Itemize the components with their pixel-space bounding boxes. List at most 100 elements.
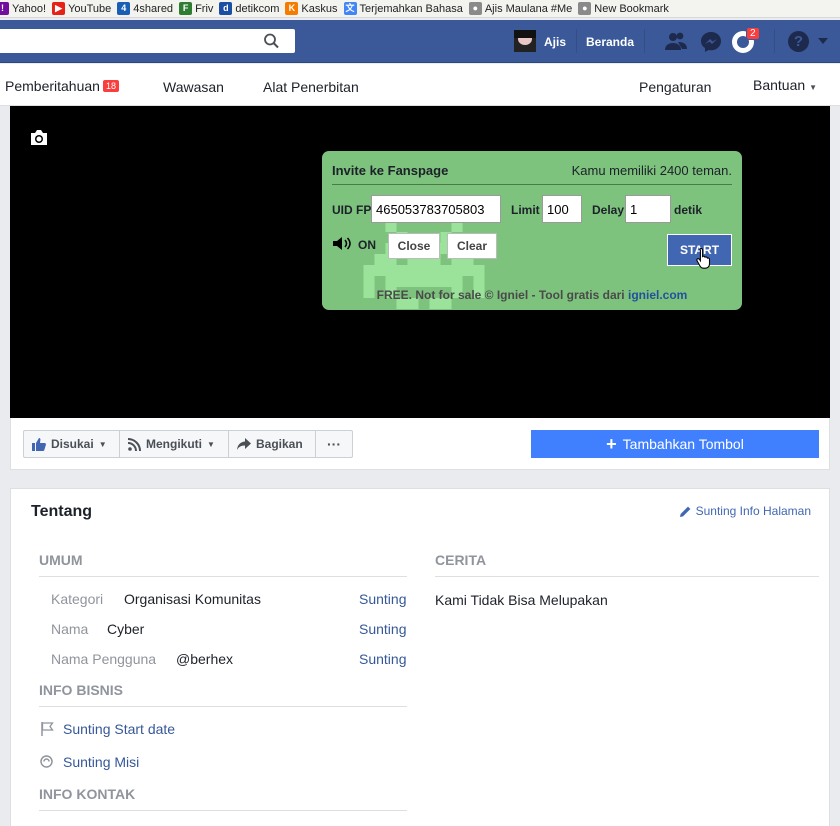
- business-info-heading: INFO BISNIS: [39, 682, 124, 698]
- home-link[interactable]: Beranda: [586, 35, 634, 49]
- tab-insights[interactable]: Wawasan: [163, 79, 224, 95]
- invite-dialog: Invite ke Fanspage Kamu memiliki 2400 te…: [322, 151, 742, 310]
- share-button[interactable]: Bagikan: [228, 430, 316, 458]
- follow-label: Mengikuti: [146, 437, 202, 451]
- messenger-icon[interactable]: [700, 31, 722, 53]
- search-icon[interactable]: [262, 32, 282, 50]
- hand-cursor-icon: [696, 247, 711, 269]
- tab-settings[interactable]: Pengaturan: [639, 79, 711, 95]
- story-heading: CERITA: [435, 552, 487, 568]
- avatar[interactable]: [514, 30, 536, 52]
- facebook-top-bar: Ajis Beranda 2 ?: [0, 20, 840, 63]
- uid-input[interactable]: [371, 195, 501, 223]
- bookmark-label: Terjemahkan Bahasa: [359, 2, 463, 15]
- bookmark-item[interactable]: F Friv: [179, 2, 213, 15]
- edit-page-info-link[interactable]: Sunting Info Halaman: [679, 504, 811, 518]
- notification-count-badge: 18: [102, 80, 119, 92]
- speaker-icon[interactable]: [332, 236, 352, 251]
- search-input[interactable]: [0, 29, 295, 53]
- bookmark-label: Ajis Maulana #Me: [484, 2, 573, 15]
- bookmark-item[interactable]: 文 Terjemahkan Bahasa: [343, 2, 463, 15]
- divider: [39, 810, 407, 811]
- flag-icon: [41, 722, 54, 736]
- delay-input[interactable]: [625, 195, 671, 223]
- share-label: Bagikan: [256, 437, 303, 451]
- bookmarks-bar: ! Yahoo! ▶ YouTube 4 4shared F Friv d detikcom K Ka…: [0, 0, 840, 18]
- follow-button[interactable]: Mengikuti ▼: [119, 430, 229, 458]
- page-actions-bar: Disukai ▼ Mengikuti ▼ Bagikan ··· + Tamb…: [10, 418, 830, 470]
- tab-publishing-tools[interactable]: Alat Penerbitan: [263, 79, 359, 95]
- tab-label: Bantuan: [753, 77, 806, 93]
- tab-notifications[interactable]: Pemberitahuan 18: [5, 78, 119, 94]
- about-section: Tentang Sunting Info Halaman UMUM Katego…: [10, 488, 830, 826]
- edit-start-date-link[interactable]: Sunting Start date: [63, 721, 175, 737]
- more-options-button[interactable]: ···: [315, 430, 353, 458]
- add-button-cta[interactable]: + Tambahkan Tombol: [531, 430, 819, 458]
- category-label: Kategori: [51, 591, 104, 607]
- bookmark-item[interactable]: ● Ajis Maulana #Me: [468, 2, 573, 15]
- name-value: Cyber: [107, 621, 145, 637]
- delay-unit: detik: [674, 203, 703, 217]
- dialog-title: Invite ke Fanspage: [332, 163, 449, 178]
- edit-page-info-label: Sunting Info Halaman: [695, 504, 811, 518]
- username-value: @berhex: [176, 651, 234, 667]
- bookmark-label: Friv: [195, 2, 214, 15]
- bookmark-label: 4shared: [133, 2, 174, 15]
- category-value: Organisasi Komunitas: [124, 591, 261, 607]
- caret-down-icon: ▼: [98, 439, 107, 449]
- bookmark-item[interactable]: ▶ YouTube: [52, 2, 111, 15]
- edit-name-link[interactable]: Sunting: [359, 621, 406, 637]
- edit-mission-link[interactable]: Sunting Misi: [63, 754, 139, 770]
- bookmark-item[interactable]: ● New Bookmark: [578, 2, 669, 15]
- dialog-divider: [332, 184, 732, 185]
- edit-category-link[interactable]: Sunting: [359, 591, 406, 607]
- clear-button[interactable]: Clear: [447, 233, 497, 259]
- username-label: Nama Pengguna: [51, 651, 157, 667]
- mission-icon: [40, 755, 53, 768]
- bookmark-item[interactable]: d detikcom: [219, 2, 279, 15]
- divider: [435, 576, 819, 577]
- edit-username-link[interactable]: Sunting: [359, 651, 406, 667]
- limit-label: Limit: [511, 203, 540, 217]
- bookmark-favicon-icon: ●: [578, 2, 592, 15]
- notification-badge: 2: [746, 27, 760, 40]
- camera-icon[interactable]: [29, 129, 49, 146]
- bookmark-label: New Bookmark: [594, 2, 669, 15]
- tab-help[interactable]: Bantuan ▼: [753, 77, 817, 93]
- bookmark-favicon-icon: K: [285, 2, 299, 15]
- divider: [39, 576, 407, 577]
- bookmark-label: Kaskus: [301, 2, 338, 15]
- friend-count-text: Kamu memiliki 2400 teman.: [571, 163, 732, 178]
- bookmark-favicon-icon: 文: [343, 2, 357, 15]
- sound-status[interactable]: ON: [358, 238, 376, 252]
- bookmark-item[interactable]: K Kaskus: [285, 2, 338, 15]
- bookmark-item[interactable]: ! Yahoo!: [0, 2, 46, 15]
- about-title: Tentang: [31, 503, 93, 520]
- contact-info-heading: INFO KONTAK: [39, 786, 136, 802]
- divider: [644, 29, 645, 53]
- name-label: Nama: [51, 621, 89, 637]
- profile-link[interactable]: Ajis: [544, 35, 566, 49]
- caret-down-icon: ▼: [207, 439, 215, 449]
- bookmark-favicon-icon: ●: [468, 2, 482, 15]
- friend-requests-icon[interactable]: [664, 31, 688, 51]
- dialog-footer: FREE. Not for sale © Igniel - Tool grati…: [322, 288, 742, 302]
- bookmark-favicon-icon: !: [0, 2, 9, 15]
- bookmark-item[interactable]: 4 4shared: [117, 2, 173, 15]
- help-icon[interactable]: ?: [788, 31, 809, 52]
- divider: [576, 29, 577, 53]
- bookmark-favicon-icon: ▶: [52, 2, 66, 15]
- chevron-down-icon: ▼: [809, 83, 817, 92]
- limit-input[interactable]: [542, 195, 582, 223]
- bookmark-favicon-icon: d: [219, 2, 233, 15]
- tab-label: Pemberitahuan: [5, 78, 100, 94]
- footer-text: FREE. Not for sale © Igniel - Tool grati…: [376, 288, 628, 302]
- chevron-down-icon[interactable]: [818, 38, 828, 45]
- divider: [39, 706, 407, 707]
- uid-label: UID FP: [332, 203, 372, 217]
- divider: [774, 29, 775, 53]
- bookmark-label: detikcom: [235, 2, 280, 15]
- close-button[interactable]: Close: [388, 233, 440, 259]
- footer-link[interactable]: igniel.com: [628, 288, 687, 302]
- like-button[interactable]: Disukai ▼: [23, 430, 120, 458]
